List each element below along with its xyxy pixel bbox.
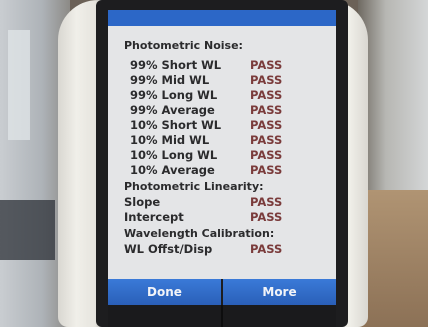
- result-status: PASS: [250, 195, 283, 209]
- results-panel: Photometric Noise: 99% Short WL PASS 99%…: [124, 37, 324, 257]
- result-row: 10% Mid WL PASS: [124, 133, 324, 148]
- device-lower-bezel: [108, 305, 336, 327]
- result-status: PASS: [250, 118, 283, 132]
- result-status: PASS: [250, 88, 283, 102]
- device-screen: Photometric Noise: 99% Short WL PASS 99%…: [108, 10, 336, 305]
- result-status: PASS: [250, 210, 283, 224]
- result-row: 10% Short WL PASS: [124, 118, 324, 133]
- result-status: PASS: [250, 148, 283, 162]
- result-row: 10% Long WL PASS: [124, 148, 324, 163]
- softkey-bar: Done More: [108, 279, 336, 305]
- section-title-wavelength-calibration: Wavelength Calibration:: [124, 227, 275, 240]
- result-label: 10% Average: [130, 163, 215, 177]
- result-row: 99% Average PASS: [124, 103, 324, 118]
- section-title-photometric-linearity: Photometric Linearity:: [124, 180, 264, 193]
- result-status: PASS: [250, 163, 283, 177]
- screen-title-bar: [108, 10, 336, 26]
- background-left-shadow: [0, 200, 55, 260]
- result-label: 99% Long WL: [130, 88, 218, 102]
- background-table: [358, 190, 428, 327]
- result-row: 99% Mid WL PASS: [124, 73, 324, 88]
- result-row: 99% Short WL PASS: [124, 58, 324, 73]
- result-row: 99% Long WL PASS: [124, 88, 324, 103]
- done-button[interactable]: Done: [108, 279, 221, 305]
- result-row: Intercept PASS: [124, 210, 324, 225]
- result-row: WL Offst/Disp PASS: [124, 242, 324, 257]
- result-label: 99% Short WL: [130, 58, 222, 72]
- result-label: 99% Average: [130, 103, 215, 117]
- result-row: 10% Average PASS: [124, 163, 324, 178]
- result-label: 99% Mid WL: [130, 73, 210, 87]
- result-label: WL Offst/Disp: [124, 242, 213, 256]
- key-divider: [221, 305, 223, 327]
- result-label: Intercept: [124, 210, 184, 224]
- result-label: 10% Short WL: [130, 118, 222, 132]
- result-status: PASS: [250, 242, 283, 256]
- result-row: Slope PASS: [124, 195, 324, 210]
- result-label: 10% Mid WL: [130, 133, 210, 147]
- more-button[interactable]: More: [223, 279, 336, 305]
- background-left-highlight: [8, 30, 30, 140]
- result-status: PASS: [250, 133, 283, 147]
- result-status: PASS: [250, 58, 283, 72]
- result-label: Slope: [124, 195, 161, 209]
- section-title-photometric-noise: Photometric Noise:: [124, 39, 243, 52]
- result-status: PASS: [250, 103, 283, 117]
- result-status: PASS: [250, 73, 283, 87]
- result-label: 10% Long WL: [130, 148, 218, 162]
